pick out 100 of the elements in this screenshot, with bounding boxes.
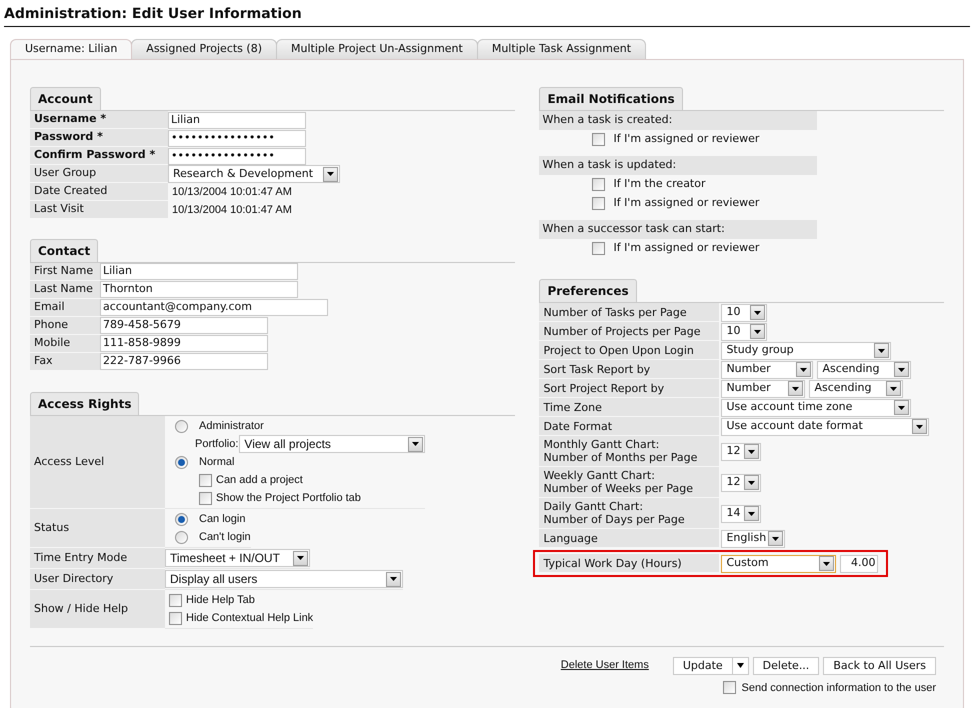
input-field[interactable]: ••••••••••••••••	[168, 130, 306, 146]
section-heading: Preferences	[539, 279, 637, 302]
section-heading: Account	[30, 87, 101, 110]
page-title: Administration: Edit User Information	[4, 5, 303, 24]
dropdown[interactable]: Number	[721, 360, 814, 378]
field-label: Mobile	[34, 335, 70, 352]
action-button[interactable]: Update	[672, 656, 733, 674]
radio-button[interactable]	[175, 456, 188, 468]
caret-icon	[748, 450, 756, 454]
caret-icon	[890, 386, 898, 390]
checkbox[interactable]	[199, 474, 212, 486]
dropdown[interactable]: English	[721, 530, 786, 548]
field-label: First Name	[34, 263, 94, 280]
dropdown[interactable]: View all projects	[239, 435, 426, 453]
caret-icon	[748, 512, 756, 516]
checkbox-label: If I'm the creator	[613, 176, 706, 192]
field-label: Show / Hide Help	[34, 600, 128, 617]
checkbox-label: Can add a project	[216, 472, 303, 488]
dropdown[interactable]: Number	[721, 380, 806, 398]
caret-icon	[748, 480, 756, 484]
radio-button[interactable]	[175, 512, 188, 526]
field-label: Project to Open Upon Login	[543, 344, 694, 356]
dropdown[interactable]: Display all users	[165, 570, 403, 588]
input-field[interactable]: Thornton	[100, 281, 298, 298]
checkbox-label: If I'm assigned or reviewer	[613, 195, 760, 212]
caret-icon	[412, 442, 420, 446]
caret-icon	[916, 424, 924, 428]
field-value: 10/13/2004 10:01:47 AM	[171, 184, 292, 200]
field-label: Access Level	[34, 454, 104, 470]
caret-icon	[772, 536, 780, 540]
dropdown[interactable]: 12	[721, 442, 762, 460]
dropdown[interactable]: 10	[721, 322, 768, 340]
split-dropdown-button[interactable]	[732, 656, 749, 674]
caret-icon	[878, 348, 886, 352]
tab[interactable]: Multiple Task Assignment	[476, 39, 646, 59]
tab[interactable]: Assigned Projects (8)	[131, 39, 277, 59]
radio-button[interactable]	[175, 420, 188, 432]
field-label: User Directory	[34, 570, 114, 587]
checkbox[interactable]	[592, 242, 606, 255]
group-title: When a successor task can start:	[542, 221, 725, 238]
dropdown[interactable]: Research & Development	[168, 165, 340, 183]
caret-icon	[898, 368, 906, 372]
field-label: Sort Task Report by	[543, 362, 650, 376]
input-field[interactable]: ••••••••••••••••	[168, 148, 306, 164]
action-button[interactable]: Back to All Users	[823, 656, 936, 674]
dropdown[interactable]: 14	[721, 504, 762, 522]
field-label: Password *	[34, 129, 103, 146]
field-label: Daily Gantt Chart: Number of Days per Page	[543, 500, 685, 526]
dropdown[interactable]: Ascending	[817, 360, 912, 378]
dropdown[interactable]: Use account date format	[721, 418, 930, 436]
dropdown[interactable]: Custom	[721, 554, 836, 572]
checkbox[interactable]	[722, 681, 736, 694]
checkbox[interactable]	[592, 197, 606, 210]
section-heading: Access Rights	[30, 392, 140, 415]
field-label: User Group	[34, 165, 96, 182]
dropdown[interactable]: Timesheet + IN/OUT	[165, 549, 310, 567]
checkbox[interactable]	[169, 594, 182, 606]
field-label: Last Name	[34, 281, 93, 298]
checkbox[interactable]	[592, 133, 606, 146]
field-label: Sort Project Report by	[543, 382, 664, 394]
delete-user-items-link[interactable]: Delete User Items	[560, 657, 649, 674]
radio-label: Can't login	[199, 530, 251, 545]
caret-icon	[390, 577, 397, 581]
checkbox[interactable]	[199, 492, 212, 504]
dropdown[interactable]: 12	[721, 474, 762, 492]
dropdown[interactable]: Ascending	[809, 380, 904, 398]
tab[interactable]: Multiple Project Un-Assignment	[276, 39, 478, 59]
field-label: Time Zone	[543, 400, 602, 414]
field-label: Time Entry Mode	[34, 550, 128, 566]
input-field[interactable]: Lilian	[168, 112, 306, 128]
field-value: 10/13/2004 10:01:47 AM	[171, 202, 292, 218]
input-field[interactable]: 4.00	[840, 554, 878, 572]
action-button[interactable]: Delete...	[752, 656, 820, 674]
checkbox-label: Send connection information to the user	[742, 680, 936, 696]
input-field[interactable]: 111-858-9899	[100, 335, 268, 352]
caret-icon	[327, 172, 334, 176]
input-field[interactable]: 222-787-9966	[100, 353, 268, 370]
field-label: Language	[543, 532, 598, 544]
dropdown[interactable]: Study group	[721, 342, 892, 360]
radio-button[interactable]	[175, 530, 188, 544]
checkbox[interactable]	[169, 612, 182, 624]
field-label: Fax	[34, 353, 53, 370]
radio-label: Normal	[199, 454, 234, 470]
input-field[interactable]: Lilian	[100, 263, 298, 280]
field-label: Phone	[34, 317, 68, 334]
dropdown[interactable]: 10	[721, 304, 768, 322]
section-heading: Email Notifications	[539, 87, 683, 110]
caret-icon	[736, 663, 744, 668]
input-field[interactable]: 789-458-5679	[100, 317, 268, 334]
caret-icon	[754, 330, 762, 334]
dropdown[interactable]: Use account time zone	[721, 398, 912, 416]
checkbox[interactable]	[592, 178, 606, 191]
caret-icon	[754, 310, 762, 314]
field-label: Monthly Gantt Chart: Number of Months per Page	[543, 438, 698, 464]
caret-icon	[297, 556, 304, 560]
group-title: When a task is created:	[542, 112, 672, 128]
radio-label: Administrator	[199, 418, 264, 434]
tab[interactable]: Username: Lilian	[10, 39, 132, 59]
input-field[interactable]: accountant@company.com	[100, 299, 328, 316]
field-label: Portfolio:	[195, 436, 238, 452]
